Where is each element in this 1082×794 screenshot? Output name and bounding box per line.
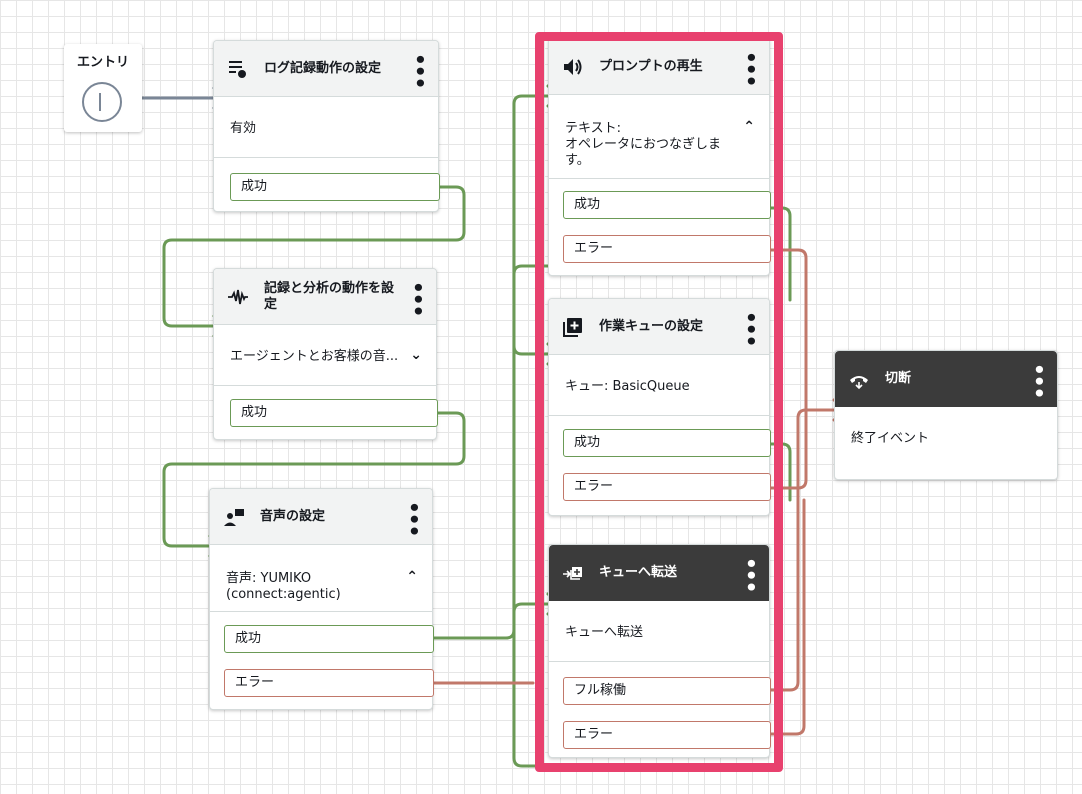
block-title: 音声の設定 (260, 508, 326, 524)
block-recording[interactable]: 記録と分析の動作を設定 ••• エージェントとお客様の音... ⌄ 成功 (213, 268, 438, 440)
block-header: 切断 ••• (835, 351, 1057, 407)
block-title: 作業キューの設定 (599, 318, 704, 334)
port-success[interactable]: 成功 (230, 173, 440, 201)
log-settings-icon (226, 57, 250, 81)
block-header: 作業キューの設定 ••• (549, 299, 769, 355)
block-header: キューへ転送 ••• (549, 545, 769, 601)
chevron-down-icon[interactable]: ⌄ (410, 347, 422, 363)
prompt-text-line2: す。 (565, 153, 590, 168)
chevron-up-icon[interactable]: ⌃ (743, 119, 755, 135)
block-title: 切断 (885, 371, 912, 386)
block-transfer-to-queue[interactable]: キューへ転送 ••• キューへ転送 フル稼働 エラー (548, 544, 771, 758)
block-header: プロンプトの再生 ••• (549, 39, 769, 95)
voice-person-icon (222, 505, 246, 529)
add-queue-icon (561, 315, 585, 339)
port-success[interactable]: 成功 (230, 399, 438, 427)
block-detail: キューへ転送 (565, 625, 644, 640)
block-detail: 終了イベント (851, 431, 930, 446)
block-set-queue[interactable]: 作業キューの設定 ••• キュー: BasicQueue 成功 エラー (548, 298, 771, 516)
block-title: 記録と分析の動作を設定 (264, 280, 395, 312)
block-title: プロンプトの再生 (599, 58, 703, 74)
queue-value: キュー: BasicQueue (565, 379, 690, 394)
wire-prompt-success (768, 206, 792, 302)
port-success[interactable]: 成功 (563, 429, 771, 457)
more-options-icon[interactable]: ••• (402, 501, 426, 536)
block-detail: エージェントとお客様の音... (230, 349, 399, 364)
prompt-text-line1: オペレータにおつなぎしま (565, 137, 722, 152)
port-error[interactable]: エラー (563, 235, 771, 263)
port-at-capacity[interactable]: フル稼働 (563, 677, 771, 705)
block-voice[interactable]: 音声の設定 ••• 音声: YUMIKO (connect:agentic) ⌃… (209, 488, 434, 710)
prompt-text-label: テキスト: (565, 121, 621, 136)
waveform-icon (226, 285, 250, 309)
transfer-queue-icon (561, 561, 585, 585)
block-header: 記録と分析の動作を設定 ••• (214, 269, 436, 325)
block-play-prompt[interactable]: プロンプトの再生 ••• テキスト: オペレータにおつなぎしま す。 ⌃ 成功 … (548, 38, 771, 276)
voice-name: 音声: YUMIKO (226, 571, 312, 586)
block-logging[interactable]: ログ記録動作の設定 ••• 有効 成功 (213, 40, 440, 212)
port-error[interactable]: エラー (563, 721, 771, 749)
entry-label: エントリ (76, 55, 129, 70)
voice-engine: (connect:agentic) (226, 587, 341, 602)
entry-start-icon (82, 82, 122, 122)
port-success[interactable]: 成功 (224, 625, 434, 653)
port-success[interactable]: 成功 (563, 191, 771, 219)
wire-voice-success (431, 94, 564, 640)
wire-errors-disconnect (768, 248, 808, 490)
more-options-icon[interactable]: ••• (406, 281, 430, 316)
block-disconnect[interactable]: 切断 ••• 終了イベント (834, 350, 1058, 480)
port-error[interactable]: エラー (563, 473, 771, 501)
block-status: 有効 (230, 121, 257, 136)
chevron-up-icon[interactable]: ⌃ (406, 569, 418, 585)
block-header: 音声の設定 ••• (210, 489, 432, 545)
more-options-icon[interactable]: ••• (408, 53, 432, 88)
block-title: ログ記録動作の設定 (264, 60, 382, 76)
more-options-icon[interactable]: ••• (739, 311, 763, 346)
hang-up-icon (847, 367, 871, 391)
entry-node[interactable]: エントリ (64, 44, 142, 132)
block-title: キューへ転送 (599, 565, 678, 580)
more-options-icon[interactable]: ••• (1027, 363, 1051, 398)
speaker-icon (561, 55, 585, 79)
port-error[interactable]: エラー (224, 669, 434, 697)
more-options-icon[interactable]: ••• (739, 557, 763, 592)
more-options-icon[interactable]: ••• (739, 51, 763, 86)
block-header: ログ記録動作の設定 ••• (214, 41, 438, 97)
